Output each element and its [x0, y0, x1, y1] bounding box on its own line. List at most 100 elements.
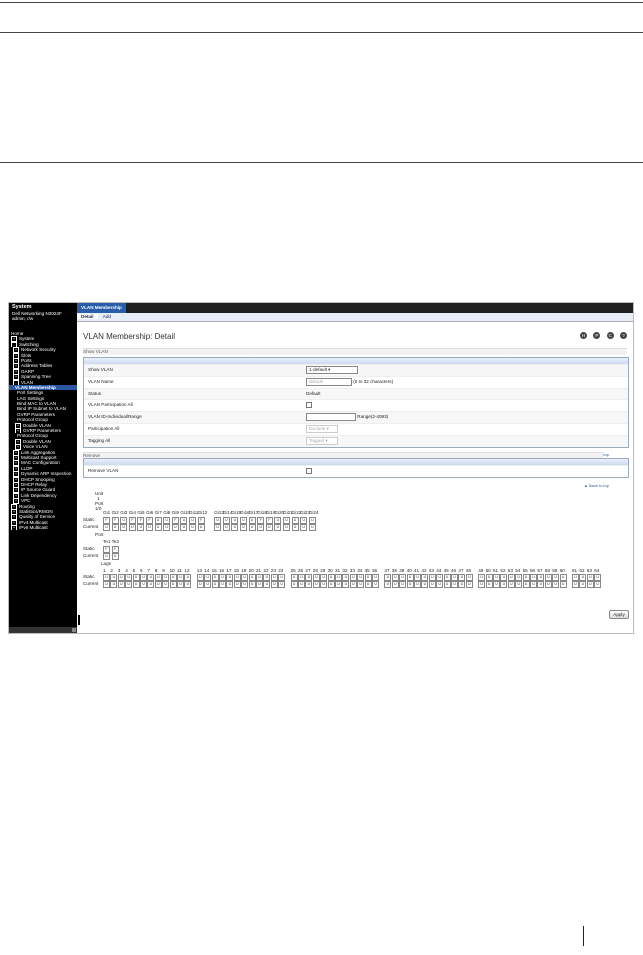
static-cell[interactable]: U [125, 574, 133, 581]
current-cell[interactable]: U [204, 581, 212, 588]
current-cell[interactable]: U [103, 553, 110, 560]
sidebar-item[interactable]: + Dynamic ARP Inspection [9, 471, 77, 477]
static-cell[interactable]: U [214, 517, 222, 524]
current-cell[interactable]: U [278, 581, 286, 588]
current-cell[interactable]: U [103, 581, 110, 588]
participation-select[interactable]: Exclude ▾ [306, 424, 338, 433]
static-cell[interactable]: F [111, 546, 119, 553]
current-cell[interactable]: U [406, 581, 414, 588]
static-cell[interactable]: U [451, 574, 458, 581]
static-cell[interactable]: U [196, 574, 204, 581]
static-cell[interactable]: F [171, 517, 179, 524]
current-cell[interactable]: U [226, 581, 234, 588]
static-cell[interactable]: U [103, 574, 110, 581]
static-cell[interactable]: U [305, 574, 313, 581]
current-cell[interactable]: U [231, 524, 239, 531]
static-cell[interactable]: U [500, 574, 508, 581]
static-cell[interactable]: U [572, 574, 579, 581]
current-cell[interactable]: U [241, 581, 249, 588]
static-cell[interactable]: U [436, 574, 444, 581]
current-cell[interactable]: U [342, 581, 350, 588]
current-cell[interactable]: U [327, 581, 335, 588]
static-cell[interactable]: U [132, 574, 140, 581]
current-cell[interactable]: U [572, 581, 579, 588]
static-cell[interactable]: U [248, 574, 256, 581]
static-cell[interactable]: U [162, 574, 170, 581]
current-cell[interactable]: U [335, 581, 342, 588]
static-cell[interactable]: U [291, 517, 299, 524]
current-cell[interactable]: U [120, 524, 128, 531]
current-cell[interactable]: U [270, 581, 278, 588]
current-cell[interactable]: U [349, 581, 357, 588]
current-cell[interactable]: U [291, 524, 299, 531]
static-cell[interactable]: U [120, 517, 128, 524]
static-cell[interactable]: U [140, 574, 147, 581]
current-cell[interactable]: U [180, 524, 188, 531]
current-cell[interactable]: U [399, 581, 407, 588]
static-cell[interactable]: F [103, 517, 110, 524]
static-cell[interactable]: U [169, 574, 177, 581]
current-cell[interactable]: U [451, 581, 458, 588]
static-cell[interactable]: F [257, 517, 265, 524]
current-cell[interactable]: U [414, 581, 421, 588]
current-cell[interactable]: U [265, 524, 273, 531]
current-cell[interactable]: U [357, 581, 365, 588]
current-cell[interactable]: U [579, 581, 587, 588]
current-cell[interactable]: U [500, 581, 508, 588]
current-cell[interactable]: U [117, 581, 125, 588]
static-cell[interactable]: U [406, 574, 414, 581]
static-cell[interactable]: F [146, 517, 153, 524]
current-cell[interactable]: U [443, 581, 451, 588]
static-cell[interactable]: U [154, 517, 162, 524]
static-cell[interactable]: U [559, 574, 567, 581]
help-icon[interactable]: ? [620, 332, 627, 339]
static-cell[interactable]: U [552, 574, 560, 581]
static-cell[interactable]: F [137, 517, 145, 524]
static-cell[interactable]: U [493, 574, 500, 581]
current-cell[interactable]: U [125, 581, 133, 588]
current-cell[interactable]: U [169, 581, 177, 588]
refresh-icon[interactable]: C [606, 332, 614, 339]
static-cell[interactable]: U [384, 574, 392, 581]
current-cell[interactable]: U [458, 581, 466, 588]
static-cell[interactable]: U [231, 517, 239, 524]
static-cell[interactable]: U [579, 574, 587, 581]
static-cell[interactable]: U [248, 517, 256, 524]
show-vlan-select[interactable]: 1-default ▾ [306, 365, 358, 374]
static-cell[interactable]: U [465, 574, 473, 581]
current-cell[interactable]: U [140, 581, 147, 588]
static-cell[interactable]: U [278, 574, 286, 581]
current-cell[interactable]: U [305, 581, 313, 588]
current-cell[interactable]: U [189, 524, 196, 531]
static-cell[interactable]: U [312, 574, 320, 581]
current-cell[interactable]: U [283, 524, 290, 531]
current-cell[interactable]: U [493, 581, 500, 588]
current-cell[interactable]: U [522, 581, 530, 588]
current-cell[interactable]: U [137, 524, 145, 531]
current-cell[interactable]: U [197, 524, 205, 531]
static-cell[interactable]: U [177, 574, 184, 581]
static-cell[interactable]: U [364, 574, 372, 581]
current-cell[interactable]: U [219, 581, 226, 588]
static-cell[interactable]: U [443, 574, 451, 581]
current-cell[interactable]: U [274, 524, 282, 531]
current-cell[interactable]: U [485, 581, 493, 588]
current-cell[interactable]: U [391, 581, 399, 588]
static-cell[interactable]: U [184, 574, 192, 581]
subtab-detail[interactable]: Detail [77, 314, 98, 319]
static-cell[interactable]: U [537, 574, 545, 581]
static-cell[interactable]: U [283, 517, 290, 524]
current-cell[interactable]: U [312, 581, 320, 588]
current-cell[interactable]: U [103, 524, 110, 531]
back-to-top-link-2[interactable]: ▲ Back to top [584, 483, 609, 488]
current-cell[interactable]: U [248, 581, 256, 588]
static-cell[interactable]: U [594, 574, 602, 581]
current-cell[interactable]: U [196, 581, 204, 588]
current-cell[interactable]: U [233, 581, 241, 588]
static-cell[interactable]: U [421, 574, 429, 581]
current-cell[interactable]: U [478, 581, 486, 588]
static-cell[interactable]: U [204, 574, 212, 581]
current-cell[interactable]: U [154, 581, 162, 588]
static-cell[interactable]: U [428, 574, 436, 581]
current-cell[interactable]: U [300, 524, 308, 531]
